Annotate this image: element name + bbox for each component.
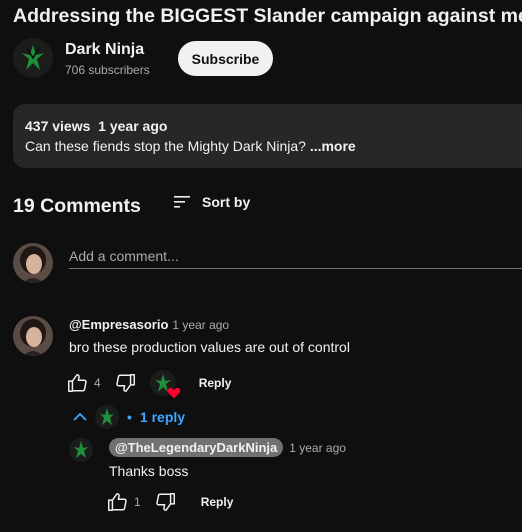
reply-text: Thanks boss (109, 463, 189, 479)
user-avatar (13, 243, 53, 283)
reply-header: @TheLegendaryDarkNinja 1 year ago (109, 438, 346, 457)
thumbs-down-icon (115, 374, 135, 392)
comments-count: 19 Comments (13, 195, 141, 217)
thumbs-up-icon (108, 493, 127, 511)
like-count: 1 (134, 495, 141, 509)
person-avatar-icon (13, 243, 53, 283)
sort-button[interactable]: Sort by (172, 193, 250, 211)
creator-heart-badge (149, 369, 180, 399)
heart-icon (167, 387, 180, 399)
comment-header: @Empresasorio 1 year ago (69, 317, 229, 332)
description-meta: 437 views 1 year ago (25, 118, 167, 134)
reply-author-avatar[interactable] (69, 438, 93, 462)
channel-name[interactable]: Dark Ninja (65, 41, 144, 59)
thumbs-up-icon (68, 374, 87, 392)
chevron-up-icon (73, 412, 87, 421)
replies-count-label: 1 reply (139, 409, 186, 425)
reply-dot: • (127, 409, 132, 425)
like-count: 4 (94, 376, 101, 390)
thumbs-down-icon (155, 493, 175, 511)
subscribe-button[interactable]: Subscribe (178, 41, 273, 76)
view-count: 437 views (25, 118, 91, 134)
dislike-button[interactable] (155, 491, 177, 513)
reply-button[interactable]: Reply (201, 495, 234, 509)
reply-button[interactable]: Reply (199, 376, 232, 390)
like-button[interactable] (66, 372, 88, 394)
reply-time[interactable]: 1 year ago (289, 441, 346, 455)
video-title: Addressing the BIGGEST Slander campaign … (13, 5, 522, 27)
sort-icon (174, 196, 190, 208)
subscriber-count: 706 subscribers (65, 63, 150, 77)
upload-age: 1 year ago (98, 118, 168, 134)
comment-text: bro these production values are out of c… (69, 339, 350, 355)
creator-avatar-icon (95, 405, 119, 429)
ninja-logo-icon (69, 438, 93, 462)
comment-author[interactable]: @Empresasorio (69, 317, 168, 332)
comment-time[interactable]: 1 year ago (172, 318, 229, 332)
reply-author-handle[interactable]: @TheLegendaryDarkNinja (109, 438, 284, 457)
reply-actions: 1 Reply (106, 491, 233, 513)
add-comment-input[interactable] (69, 244, 522, 269)
more-link[interactable]: ...more (310, 138, 356, 154)
dislike-button[interactable] (115, 372, 137, 394)
ninja-logo-icon (13, 38, 53, 78)
sort-label: Sort by (202, 194, 251, 210)
comment-author-avatar[interactable] (13, 316, 53, 356)
channel-avatar[interactable] (13, 38, 53, 78)
replies-toggle[interactable]: • 1 reply (73, 405, 185, 429)
comment-actions: 4 Reply (66, 369, 232, 399)
description-text: Can these fiends stop the Mighty Dark Ni… (25, 138, 356, 154)
person-avatar-icon (13, 316, 53, 356)
description-body: Can these fiends stop the Mighty Dark Ni… (25, 138, 310, 154)
like-button[interactable] (106, 491, 128, 513)
description-box[interactable] (13, 104, 522, 168)
